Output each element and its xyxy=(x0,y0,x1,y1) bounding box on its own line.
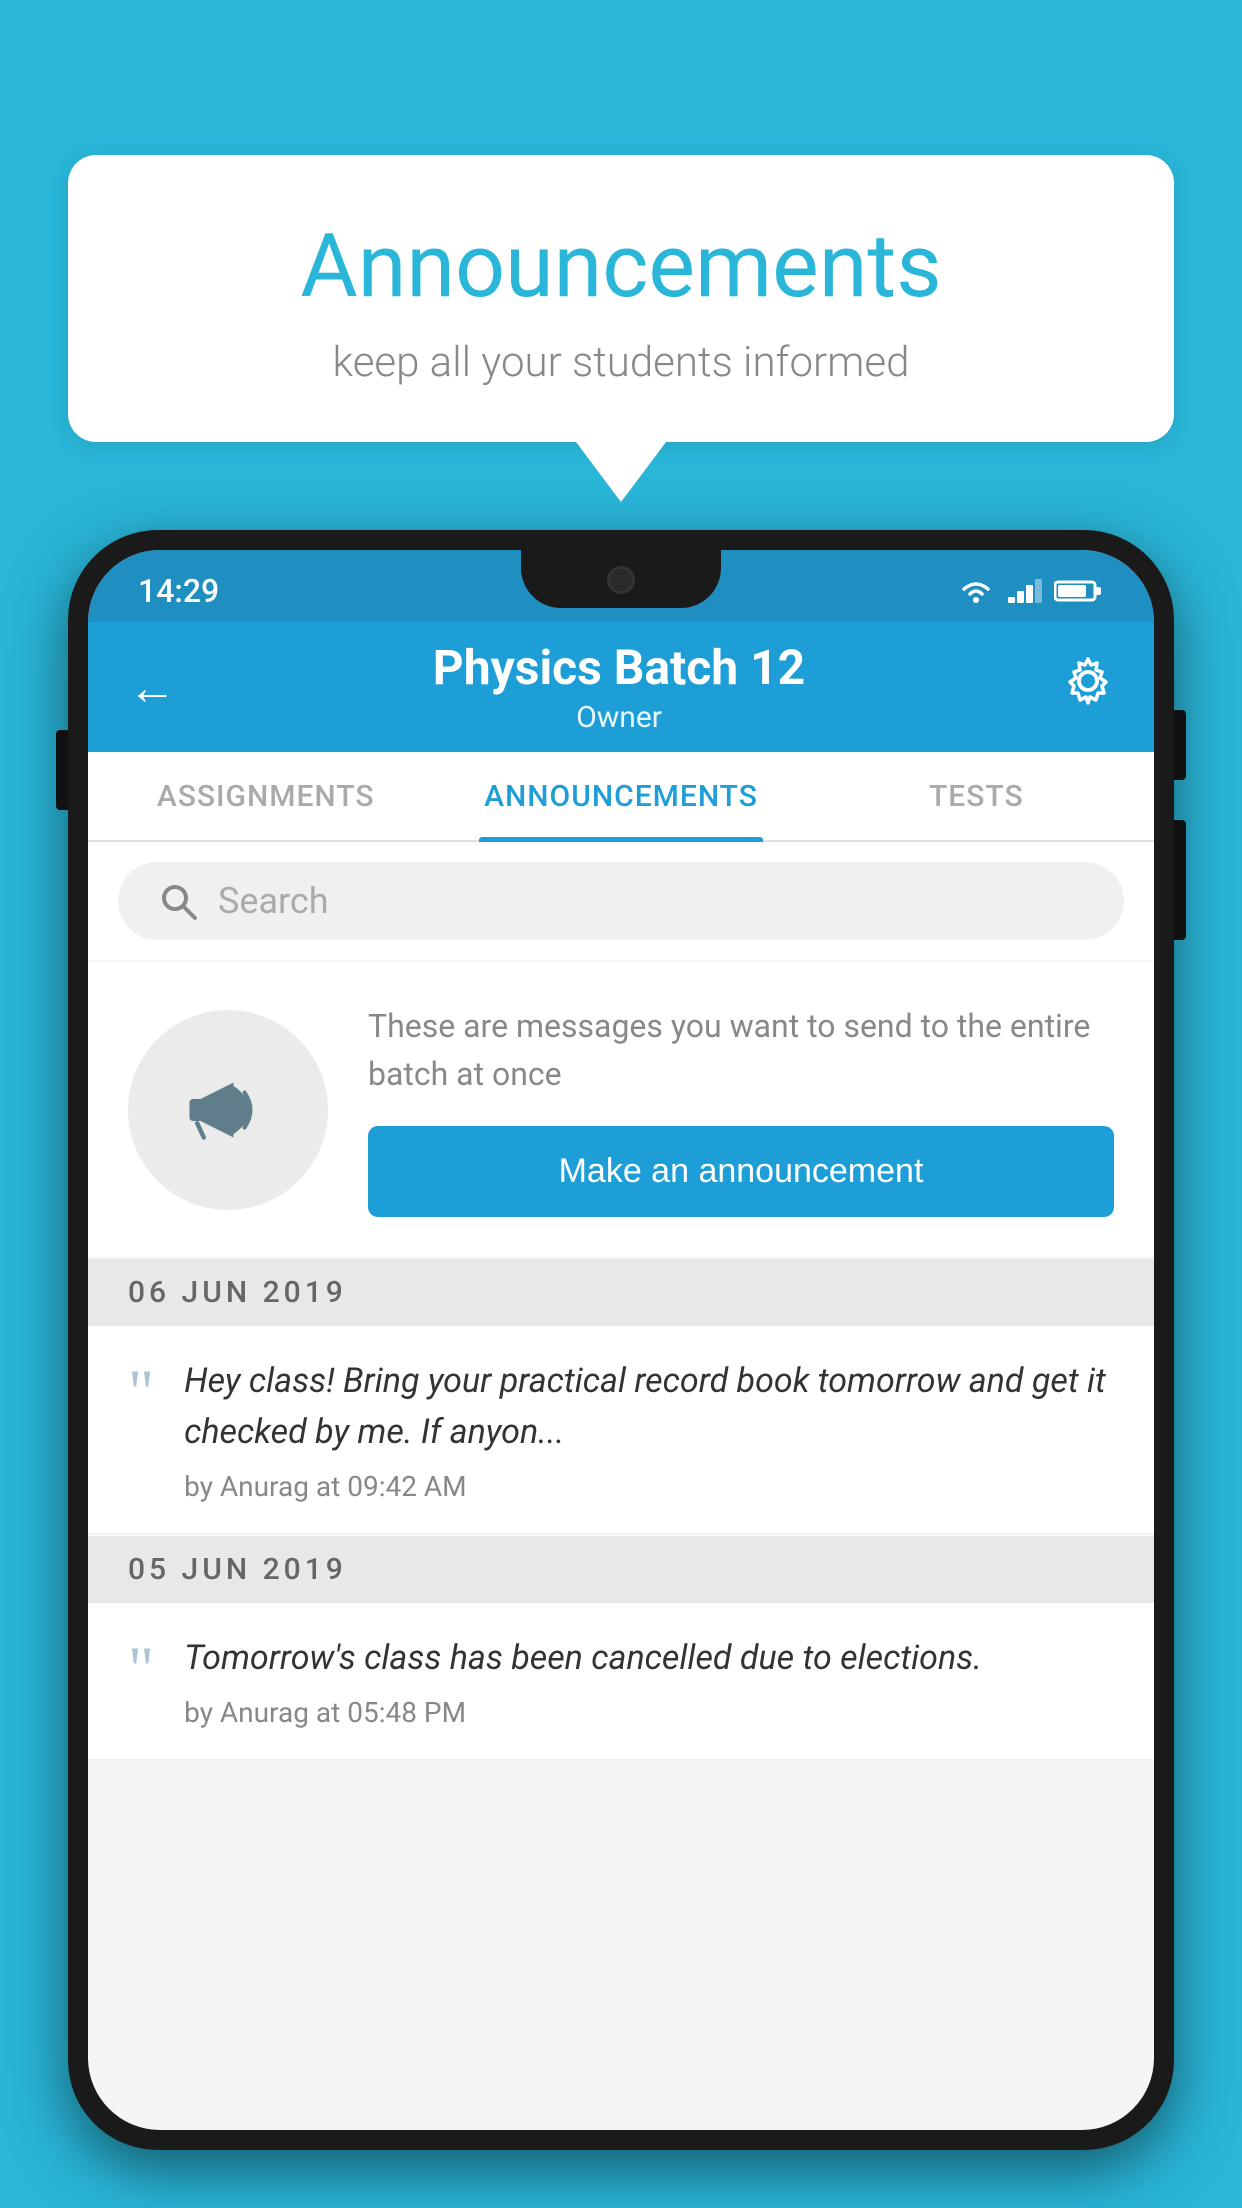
phone-side-button-right-bottom xyxy=(1174,820,1186,940)
date-separator-2: 05 JUN 2019 xyxy=(88,1536,1154,1603)
search-container: Search xyxy=(88,842,1154,960)
speech-bubble-tail xyxy=(576,442,666,502)
announcement-item-1[interactable]: " Hey class! Bring your practical record… xyxy=(88,1326,1154,1534)
quote-icon-1: " xyxy=(128,1366,154,1417)
battery-icon xyxy=(1054,577,1104,605)
announcement-item-2[interactable]: " Tomorrow's class has been cancelled du… xyxy=(88,1603,1154,1760)
phone-notch xyxy=(521,550,721,608)
header-title-section: Physics Batch 12 Owner xyxy=(433,639,805,735)
megaphone-circle xyxy=(128,1010,328,1210)
app-header: ← Physics Batch 12 Owner xyxy=(88,622,1154,752)
prompt-right: These are messages you want to send to t… xyxy=(368,1002,1114,1217)
phone-container: 14:29 xyxy=(68,530,1174,2208)
settings-icon[interactable] xyxy=(1062,655,1114,719)
announcement-text-1: Hey class! Bring your practical record b… xyxy=(184,1356,1114,1458)
speech-bubble-subtitle: keep all your students informed xyxy=(138,338,1104,387)
prompt-text: These are messages you want to send to t… xyxy=(368,1002,1114,1098)
wifi-icon xyxy=(958,577,994,605)
megaphone-icon xyxy=(173,1055,283,1165)
content-area: Search xyxy=(88,842,1154,2060)
status-icons xyxy=(958,577,1104,605)
search-icon xyxy=(158,881,198,921)
tab-tests[interactable]: TESTS xyxy=(799,752,1154,840)
phone-screen: 14:29 xyxy=(88,550,1154,2130)
speech-bubble: Announcements keep all your students inf… xyxy=(68,155,1174,442)
tab-bar: ASSIGNMENTS ANNOUNCEMENTS TESTS xyxy=(88,752,1154,842)
speech-bubble-container: Announcements keep all your students inf… xyxy=(68,155,1174,502)
announcement-content-2: Tomorrow's class has been cancelled due … xyxy=(184,1633,1114,1729)
back-button[interactable]: ← xyxy=(128,659,176,716)
announcement-text-2: Tomorrow's class has been cancelled due … xyxy=(184,1633,1114,1684)
date-separator-1: 06 JUN 2019 xyxy=(88,1259,1154,1326)
phone-side-button-left xyxy=(56,730,68,810)
phone-camera xyxy=(607,566,635,594)
announcement-content-1: Hey class! Bring your practical record b… xyxy=(184,1356,1114,1503)
batch-subtitle: Owner xyxy=(433,700,805,735)
tab-assignments[interactable]: ASSIGNMENTS xyxy=(88,752,443,840)
tab-announcements[interactable]: ANNOUNCEMENTS xyxy=(443,752,798,840)
batch-title: Physics Batch 12 xyxy=(433,639,805,696)
announcement-meta-2: by Anurag at 05:48 PM xyxy=(184,1696,1114,1729)
phone-frame: 14:29 xyxy=(68,530,1174,2150)
search-bar[interactable]: Search xyxy=(118,862,1124,940)
announcement-meta-1: by Anurag at 09:42 AM xyxy=(184,1470,1114,1503)
quote-icon-2: " xyxy=(128,1643,154,1694)
make-announcement-button[interactable]: Make an announcement xyxy=(368,1126,1114,1217)
phone-side-button-right-top xyxy=(1174,710,1186,780)
status-time: 14:29 xyxy=(138,572,219,610)
speech-bubble-title: Announcements xyxy=(138,215,1104,318)
announcement-prompt: These are messages you want to send to t… xyxy=(88,962,1154,1257)
signal-icon xyxy=(1006,577,1042,605)
search-placeholder: Search xyxy=(218,880,329,922)
